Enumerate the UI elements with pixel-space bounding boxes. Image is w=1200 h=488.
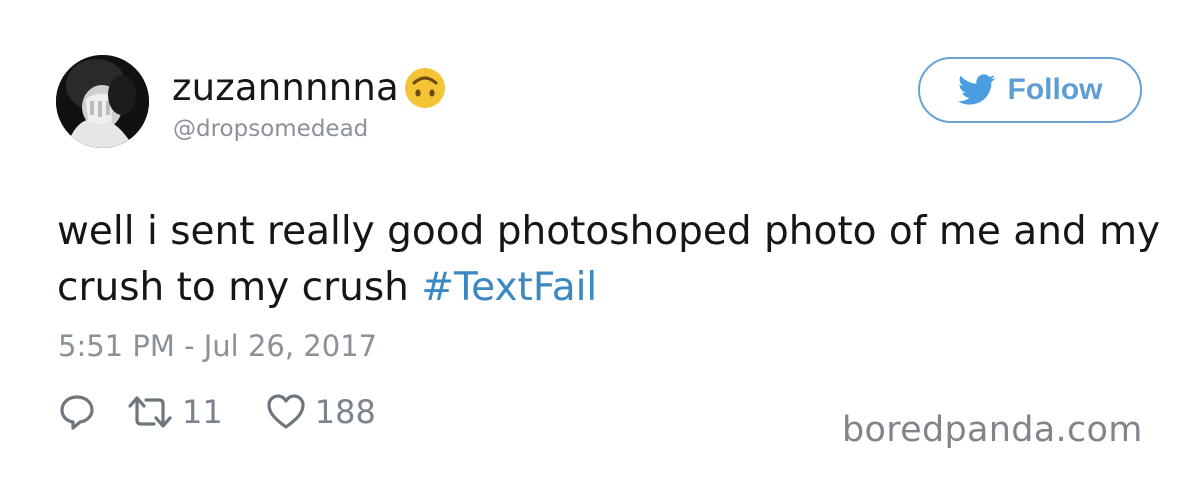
follow-label: Follow — [1007, 73, 1103, 106]
watermark: boredpanda.com — [842, 410, 1143, 450]
like-button[interactable]: 188 — [265, 392, 376, 432]
follow-button[interactable]: Follow — [918, 57, 1142, 123]
tweet-body: well i sent really good photoshoped phot… — [57, 209, 1161, 310]
tweet-card: zuzannnnna @dropsomedead Follow well i s… — [0, 0, 1200, 488]
tweet-text: well i sent really good photoshoped phot… — [57, 204, 1167, 316]
reply-icon — [60, 395, 94, 430]
retweet-count: 11 — [182, 393, 223, 431]
twitter-bird-icon — [957, 74, 995, 105]
tweet-actions: 11 188 — [58, 392, 376, 432]
reply-button[interactable] — [58, 393, 96, 431]
display-name[interactable]: zuzannnnna — [172, 66, 399, 110]
avatar-photo — [56, 55, 149, 148]
user-handle[interactable]: @dropsomedead — [173, 115, 368, 143]
heart-icon — [267, 394, 305, 429]
upside-down-face-icon — [404, 68, 445, 108]
hashtag-link[interactable]: #TextFail — [421, 265, 597, 310]
retweet-icon — [128, 396, 172, 428]
retweet-button[interactable]: 11 — [126, 392, 223, 432]
like-count: 188 — [314, 393, 376, 431]
user-name-row: zuzannnnna — [172, 66, 447, 110]
avatar[interactable] — [56, 55, 149, 148]
tweet-timestamp[interactable]: 5:51 PM - Jul 26, 2017 — [58, 328, 377, 364]
